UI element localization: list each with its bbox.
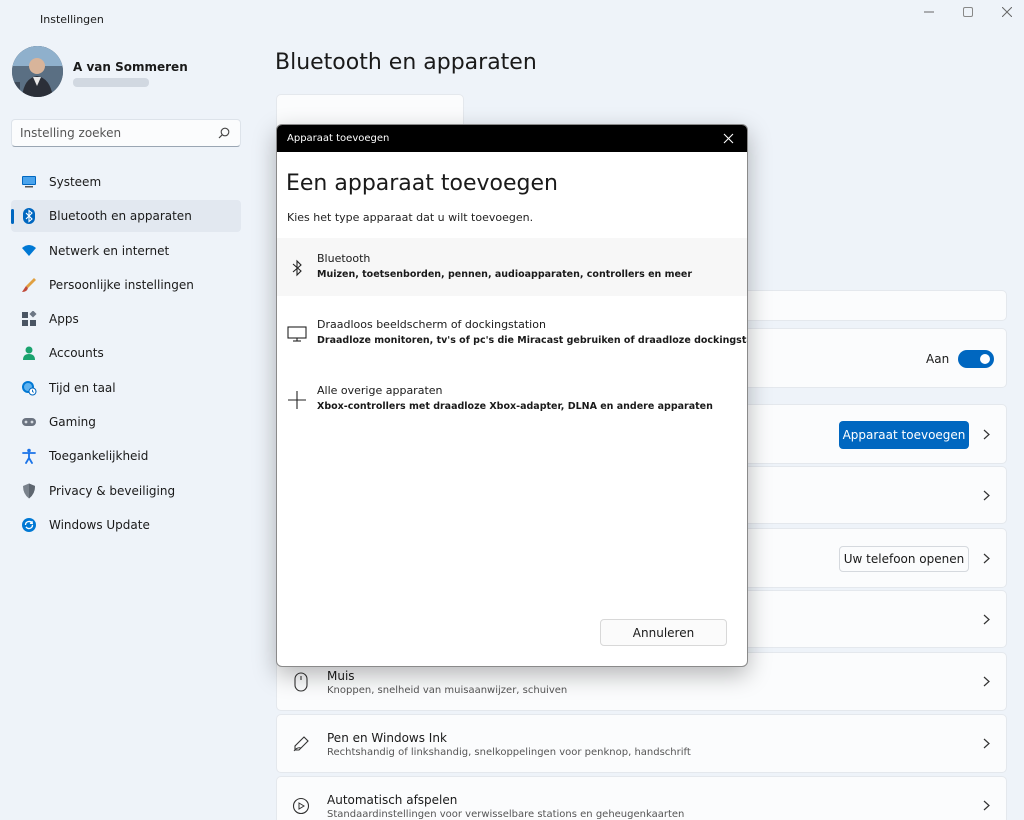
sidebar-item-privacy[interactable]: Privacy & beveiliging — [11, 475, 241, 507]
profile-email-redacted — [73, 78, 149, 87]
sidebar-item-label: Privacy & beveiliging — [49, 483, 176, 498]
avatar — [12, 46, 63, 97]
search-input[interactable]: Instelling zoeken — [11, 119, 241, 147]
bluetooth-toggle-label: Aan — [926, 352, 950, 366]
update-icon — [21, 517, 37, 533]
sidebar-item-label: Toegankelijkheid — [49, 449, 149, 464]
option-title: Draadloos beeldscherm of dockingstation — [317, 318, 546, 331]
sidebar-item-label: Systeem — [49, 175, 102, 189]
dialog-titlebar: Apparaat toevoegen — [277, 125, 747, 152]
sidebar-item-label: Netwerk en internet — [49, 243, 170, 258]
chevron-right-icon — [980, 738, 992, 750]
option-bluetooth[interactable]: Bluetooth Muizen, toetsenborden, pennen,… — [277, 238, 747, 296]
cancel-button[interactable]: Annuleren — [600, 619, 727, 646]
option-description: Xbox-controllers met draadloze Xbox-adap… — [317, 401, 713, 412]
apps-icon — [21, 311, 37, 327]
sidebar-item-toegankelijkheid[interactable]: Toegankelijkheid — [11, 440, 241, 472]
close-icon — [723, 133, 734, 144]
bluetooth-icon — [287, 258, 307, 278]
chevron-right-icon — [980, 489, 992, 501]
sidebar-item-label: Tijd en taal — [49, 380, 116, 395]
brush-icon — [21, 277, 37, 293]
sidebar-item-apps[interactable]: Apps — [11, 303, 241, 335]
sidebar-item-systeem[interactable]: Systeem — [11, 166, 241, 198]
sidebar-item-label: Bluetooth en apparaten — [49, 209, 192, 224]
sidebar-item-netwerk[interactable]: Netwerk en internet — [11, 235, 241, 267]
autoplay-card[interactable]: Automatisch afspelen Standaardinstelling… — [276, 776, 1007, 820]
chevron-right-icon — [980, 676, 992, 688]
sidebar-nav: Systeem Bluetooth en apparaten Netwerk e… — [11, 166, 241, 543]
autoplay-icon — [291, 796, 311, 816]
page-title: Bluetooth en apparaten — [275, 50, 537, 75]
sidebar-item-bluetooth[interactable]: Bluetooth en apparaten — [11, 200, 241, 233]
chevron-right-icon — [980, 800, 992, 812]
sidebar-item-persoonlijk[interactable]: Persoonlijke instellingen — [11, 269, 241, 301]
mouse-title: Muis — [327, 669, 355, 683]
pen-subtitle: Rechtshandig of linkshandig, snelkoppeli… — [327, 747, 691, 758]
person-icon — [21, 345, 37, 361]
maximize-button[interactable] — [951, 4, 985, 20]
add-device-dialog: Apparaat toevoegen Een apparaat toevoege… — [276, 124, 748, 667]
minimize-icon — [924, 11, 934, 13]
search-icon — [216, 125, 232, 141]
monitor-icon — [21, 174, 37, 190]
sidebar-item-gaming[interactable]: Gaming — [11, 406, 241, 438]
globe-clock-icon — [21, 380, 37, 396]
option-title: Bluetooth — [317, 252, 371, 265]
dialog-heading: Een apparaat toevoegen — [286, 171, 558, 196]
accessibility-icon — [21, 448, 37, 465]
minimize-button[interactable] — [912, 4, 946, 20]
close-button[interactable] — [990, 4, 1024, 20]
mouse-subtitle: Knoppen, snelheid van muisaanwijzer, sch… — [327, 685, 568, 696]
sidebar-item-label: Accounts — [49, 346, 104, 361]
sidebar-item-accounts[interactable]: Accounts — [11, 337, 241, 369]
pen-title: Pen en Windows Ink — [327, 731, 447, 745]
gamepad-icon — [21, 414, 37, 430]
search-placeholder: Instelling zoeken — [20, 126, 122, 140]
pen-icon — [291, 734, 311, 754]
close-icon — [1002, 7, 1012, 17]
profile-name: A van Sommeren — [73, 60, 188, 74]
open-phone-button[interactable]: Uw telefoon openen — [839, 546, 969, 572]
option-description: Muizen, toetsenborden, pennen, audioappa… — [317, 269, 693, 280]
bluetooth-icon — [21, 208, 37, 225]
sidebar-item-windows-update[interactable]: Windows Update — [11, 509, 241, 541]
sidebar-item-label: Windows Update — [49, 517, 150, 532]
window-title: Instellingen — [40, 13, 104, 26]
option-other-devices[interactable]: Alle overige apparaten Xbox-controllers … — [277, 370, 747, 428]
autoplay-title: Automatisch afspelen — [327, 793, 458, 807]
mouse-icon — [291, 671, 311, 692]
sidebar-item-label: Apps — [49, 312, 79, 327]
wifi-icon — [21, 243, 37, 259]
sidebar-item-label: Gaming — [49, 415, 96, 430]
bluetooth-toggle[interactable] — [958, 350, 994, 368]
dialog-intro: Kies het type apparaat dat u wilt toevoe… — [287, 211, 534, 224]
autoplay-subtitle: Standaardinstellingen voor verwisselbare… — [327, 809, 685, 820]
sidebar-item-label: Persoonlijke instellingen — [49, 277, 194, 292]
add-device-button[interactable]: Apparaat toevoegen — [839, 421, 969, 449]
plus-icon — [287, 390, 307, 410]
pen-card[interactable]: Pen en Windows Ink Rechtshandig of links… — [276, 714, 1007, 773]
option-wireless-display[interactable]: Draadloos beeldscherm of dockingstation … — [277, 304, 747, 362]
shield-icon — [21, 483, 37, 499]
option-title: Alle overige apparaten — [317, 384, 443, 397]
chevron-right-icon — [980, 613, 992, 625]
dialog-close-button[interactable] — [722, 132, 735, 145]
dialog-title: Apparaat toevoegen — [287, 133, 390, 144]
chevron-right-icon[interactable] — [980, 428, 992, 440]
maximize-icon — [963, 7, 973, 17]
user-profile[interactable]: A van Sommeren — [12, 46, 188, 97]
option-description: Draadloze monitoren, tv's of pc's die Mi… — [317, 335, 748, 346]
sidebar-item-tijd[interactable]: Tijd en taal — [11, 372, 241, 404]
display-icon — [287, 324, 307, 344]
chevron-right-icon[interactable] — [980, 552, 992, 564]
